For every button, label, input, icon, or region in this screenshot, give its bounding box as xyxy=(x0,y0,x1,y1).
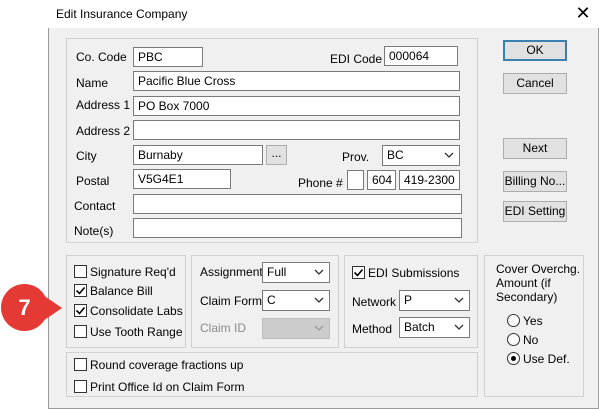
cover-yes-radio[interactable] xyxy=(507,314,520,327)
co-code-label: Co. Code xyxy=(76,50,127,64)
chevron-down-icon xyxy=(454,324,464,330)
name-label: Name xyxy=(76,76,109,90)
claim-form-label: Claim Form xyxy=(200,294,262,308)
contact-label: Contact xyxy=(74,199,116,213)
round-coverage-checkbox[interactable] xyxy=(74,358,87,371)
claim-id-select xyxy=(262,318,330,339)
edi-code-field[interactable]: 000064 xyxy=(384,46,458,66)
address1-field[interactable]: PO Box 7000 xyxy=(133,96,460,116)
prov-value: BC xyxy=(387,148,404,162)
billing-number-button[interactable]: Billing No... xyxy=(503,171,567,192)
cover-usedef-label: Use Def. xyxy=(523,352,570,366)
cover-title-line2: Amount (if xyxy=(496,276,551,290)
city-label: City xyxy=(76,149,97,163)
consolidate-labs-checkbox[interactable] xyxy=(74,304,87,317)
postal-label: Postal xyxy=(76,174,110,188)
postal-field[interactable]: V5G4E1 xyxy=(133,169,231,189)
phone-label: Phone # xyxy=(298,176,343,190)
network-value: P xyxy=(404,293,413,307)
assignment-select[interactable]: Full xyxy=(262,262,330,283)
cancel-button[interactable]: Cancel xyxy=(503,73,567,94)
cover-no-label: No xyxy=(523,333,539,347)
chevron-down-icon xyxy=(314,297,324,303)
ok-button[interactable]: OK xyxy=(503,40,567,61)
notes-field[interactable] xyxy=(133,218,462,238)
claim-form-value: C xyxy=(267,293,276,307)
method-select[interactable]: Batch xyxy=(399,317,470,338)
claim-form-select[interactable]: C xyxy=(262,290,330,311)
signature-checkbox[interactable] xyxy=(74,265,87,278)
radio-selected-dot xyxy=(511,356,516,361)
assignment-value: Full xyxy=(267,265,287,279)
prov-label: Prov. xyxy=(342,150,370,164)
chevron-down-icon xyxy=(314,325,324,331)
city-lookup-button[interactable]: ... xyxy=(266,145,287,165)
consolidate-labs-label: Consolidate Labs xyxy=(90,304,183,318)
edi-code-label: EDI Code xyxy=(330,52,383,66)
round-coverage-label: Round coverage fractions up xyxy=(90,358,244,372)
address1-label: Address 1 xyxy=(76,98,131,112)
cover-title-line3: Secondary) xyxy=(496,290,558,304)
city-field[interactable]: Burnaby xyxy=(133,145,263,165)
contact-field[interactable] xyxy=(133,194,462,214)
claim-id-label: Claim ID xyxy=(200,321,247,335)
chevron-down-icon xyxy=(454,297,464,303)
name-field[interactable]: Pacific Blue Cross xyxy=(133,71,460,91)
tooth-range-label: Use Tooth Range xyxy=(90,325,183,339)
step-callout-badge: 7 xyxy=(1,284,48,331)
phone-prefix-field[interactable] xyxy=(347,170,364,190)
print-office-id-checkbox[interactable] xyxy=(74,380,87,393)
dialog-title: Edit Insurance Company xyxy=(56,7,188,21)
prov-select[interactable]: BC xyxy=(382,145,460,166)
checkmark-icon xyxy=(353,268,364,277)
cover-usedef-radio[interactable] xyxy=(507,352,520,365)
close-icon[interactable]: ✕ xyxy=(572,3,594,25)
checkmark-icon xyxy=(75,286,86,295)
notes-label: Note(s) xyxy=(74,224,114,238)
chevron-down-icon xyxy=(314,269,324,275)
signature-label: Signature Req'd xyxy=(90,265,176,279)
edi-setting-button[interactable]: EDI Setting xyxy=(503,201,567,222)
network-label: Network xyxy=(352,295,397,309)
address2-field[interactable] xyxy=(133,120,460,140)
balance-bill-label: Balance Bill xyxy=(90,284,153,298)
assignment-label: Assignment xyxy=(200,265,263,279)
address2-label: Address 2 xyxy=(76,124,131,138)
balance-bill-checkbox[interactable] xyxy=(74,284,87,297)
edi-submissions-label: EDI Submissions xyxy=(368,266,460,280)
phone-number-field[interactable]: 419-2300 xyxy=(399,170,460,190)
co-code-field[interactable]: PBC xyxy=(133,47,203,67)
cover-yes-label: Yes xyxy=(523,314,543,328)
method-value: Batch xyxy=(404,320,435,334)
tooth-range-checkbox[interactable] xyxy=(74,325,87,338)
cover-title-line1: Cover Overchg. xyxy=(496,262,581,276)
phone-area-field[interactable]: 604 xyxy=(367,170,396,190)
print-office-id-label: Print Office Id on Claim Form xyxy=(90,380,245,394)
chevron-down-icon xyxy=(444,152,454,158)
cover-no-radio[interactable] xyxy=(507,333,520,346)
next-button[interactable]: Next xyxy=(503,138,567,159)
method-label: Method xyxy=(352,322,393,336)
network-select[interactable]: P xyxy=(399,290,470,311)
checkmark-icon xyxy=(75,306,86,315)
edi-submissions-checkbox[interactable] xyxy=(352,266,365,279)
